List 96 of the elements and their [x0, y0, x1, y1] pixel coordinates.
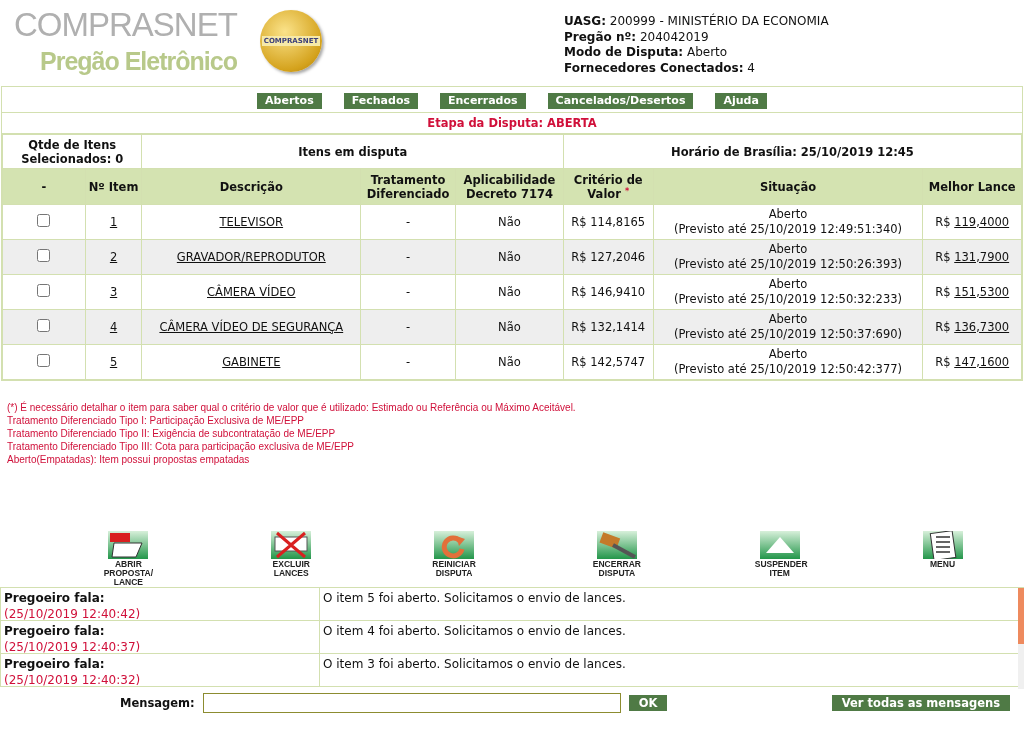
description-link[interactable]: TELEVISOR — [219, 214, 284, 229]
currency-text: R$ — [935, 319, 951, 334]
nav-button[interactable]: Fechados — [343, 93, 418, 109]
status-cell: Aberto (Previsto até 25/10/2019 12:50:32:233) — [653, 274, 923, 310]
bid-link[interactable]: 119,4000 — [954, 214, 1010, 229]
action-button[interactable]: REINICIAR DISPUTA — [372, 531, 536, 578]
table-cell: R$ 142,5747 — [563, 344, 654, 380]
clock-text: Horário de Brasília: 25/10/2019 12:45 — [563, 134, 1022, 169]
currency-text: R$ — [935, 214, 951, 229]
table-cell: Não — [455, 239, 564, 275]
status-cell: Aberto (Previsto até 25/10/2019 12:50:26:393) — [653, 239, 923, 275]
scrollbar-thumb[interactable] — [1018, 588, 1024, 644]
info-line: Modo de Disputa: Aberto — [564, 45, 729, 61]
info-line: Pregão nº: 204042019 — [564, 29, 710, 45]
action-button[interactable]: EXCLUIR LANCES — [209, 531, 373, 578]
ok-button[interactable]: OK — [628, 695, 668, 711]
table-cell: R$ 127,2046 — [563, 239, 654, 275]
column-header: Descrição — [141, 168, 361, 205]
table-cell: R$ 114,8165 — [563, 204, 654, 240]
column-header: Nº Item — [85, 168, 142, 205]
menu-list-icon — [922, 531, 963, 559]
legend-note: (*) É necessário detalhar o item para saber qual o critério de valor que é utilizado: Estimado ou Referência ou Máximo Aceitável. — [7, 401, 577, 414]
legend-note: Tratamento Diferenciado Tipo III: Cota para participação exclusiva de ME/EPP — [7, 440, 356, 453]
column-header: Melhor Lance — [922, 168, 1022, 205]
table-cell: - — [360, 204, 456, 240]
bid-link[interactable]: 136,7300 — [954, 319, 1010, 334]
row-checkbox[interactable] — [37, 248, 51, 262]
row-checkbox[interactable] — [37, 213, 51, 227]
column-header: Tratamento Diferenciado — [360, 168, 456, 205]
bid-link[interactable]: 147,1600 — [954, 354, 1010, 369]
crossed-out-icon — [271, 531, 312, 559]
nav-button[interactable]: Abertos — [257, 93, 322, 109]
bid-link[interactable]: 151,5300 — [954, 284, 1010, 299]
legend-note: Aberto(Empatadas): Item possui propostas empatadas — [7, 453, 251, 466]
message-label: Mensagem: — [120, 696, 195, 710]
all-messages-button[interactable]: Ver todas as mensagens — [831, 695, 1010, 711]
selected-count: Qtde de Itens Selecionados: 0 — [2, 134, 142, 169]
bid-link[interactable]: 131,7900 — [954, 249, 1010, 264]
folder-icon — [108, 531, 149, 559]
message-sender: Pregoeiro fala: — [4, 656, 106, 672]
item-link[interactable]: 4 — [109, 319, 118, 334]
status-cell: Aberto (Previsto até 25/10/2019 12:50:42:377) — [653, 344, 923, 380]
message-time: (25/10/2019 12:40:37) — [4, 639, 142, 655]
nav-button[interactable]: Cancelados/Desertos — [547, 93, 694, 109]
currency-text: R$ — [935, 249, 951, 264]
description-link[interactable]: GABINETE — [222, 354, 281, 369]
scrollbar[interactable] — [1018, 588, 1024, 689]
status-cell: Aberto (Previsto até 25/10/2019 12:49:51:340) — [653, 204, 923, 240]
message-sender: Pregoeiro fala: — [4, 623, 106, 639]
table-cell: R$ 132,1414 — [563, 309, 654, 345]
section-title: Itens em disputa — [141, 134, 564, 169]
message-field[interactable] — [202, 693, 621, 713]
info-line: UASG: 200999 - MINISTÉRIO DA ECONOMIA — [564, 14, 829, 30]
table-cell: - — [360, 239, 456, 275]
table-cell: Não — [455, 344, 564, 380]
row-checkbox[interactable] — [37, 283, 51, 297]
row-checkbox[interactable] — [37, 353, 51, 367]
table-cell: Não — [455, 274, 564, 310]
description-link[interactable]: CÂMERA VÍDEO — [207, 284, 296, 299]
column-header: Situação — [653, 168, 923, 205]
currency-text: R$ — [935, 284, 951, 299]
message-text: O item 4 foi aberto. Solicitamos o envio de lances. — [322, 623, 627, 640]
item-link[interactable]: 3 — [109, 284, 118, 299]
item-link[interactable]: 1 — [109, 214, 118, 229]
column-header: Aplicabilidade Decreto 7174 — [455, 168, 564, 205]
table-cell: R$ 146,9410 — [563, 274, 654, 310]
message-time: (25/10/2019 12:40:42) — [4, 606, 142, 622]
message-text: O item 5 foi aberto. Solicitamos o envio de lances. — [322, 590, 627, 607]
table-cell: Não — [455, 309, 564, 345]
nav-button[interactable]: Encerrados — [440, 93, 526, 109]
nav-button[interactable]: Ajuda — [715, 93, 767, 109]
table-cell: Não — [455, 204, 564, 240]
currency-text: R$ — [935, 354, 951, 369]
action-button[interactable]: MENU — [861, 531, 1024, 569]
action-button[interactable]: ABRIR PROPOSTA/ LANCE — [47, 531, 210, 587]
gavel-icon — [596, 531, 637, 559]
row-checkbox[interactable] — [37, 318, 51, 332]
column-header: - — [2, 168, 86, 205]
message-sender: Pregoeiro fala: — [4, 590, 106, 606]
item-link[interactable]: 2 — [109, 249, 118, 264]
action-button[interactable]: ENCERRAR DISPUTA — [535, 531, 699, 578]
logo-subtitle: Pregão Eletrônico — [40, 46, 237, 77]
item-link[interactable]: 5 — [109, 354, 118, 369]
table-cell: - — [360, 274, 456, 310]
refresh-icon — [434, 531, 475, 559]
legend-note: Tratamento Diferenciado Tipo II: Exigência de subcontratação de ME/EPP — [7, 427, 337, 440]
message-text: O item 3 foi aberto. Solicitamos o envio de lances. — [322, 656, 627, 673]
action-button[interactable]: SUSPENDER ITEM — [698, 531, 862, 578]
column-header: Critério de Valor * — [563, 168, 654, 205]
info-line: Fornecedores Conectados: 4 — [564, 60, 756, 76]
legend-note: Tratamento Diferenciado Tipo I: Participação Exclusiva de ME/EPP — [7, 414, 305, 427]
table-cell: - — [360, 309, 456, 345]
status-cell: Aberto (Previsto até 25/10/2019 12:50:37:690) — [653, 309, 923, 345]
logo-title: COMPRASNET — [14, 6, 237, 44]
table-cell: - — [360, 344, 456, 380]
message-time: (25/10/2019 12:40:32) — [4, 672, 142, 688]
